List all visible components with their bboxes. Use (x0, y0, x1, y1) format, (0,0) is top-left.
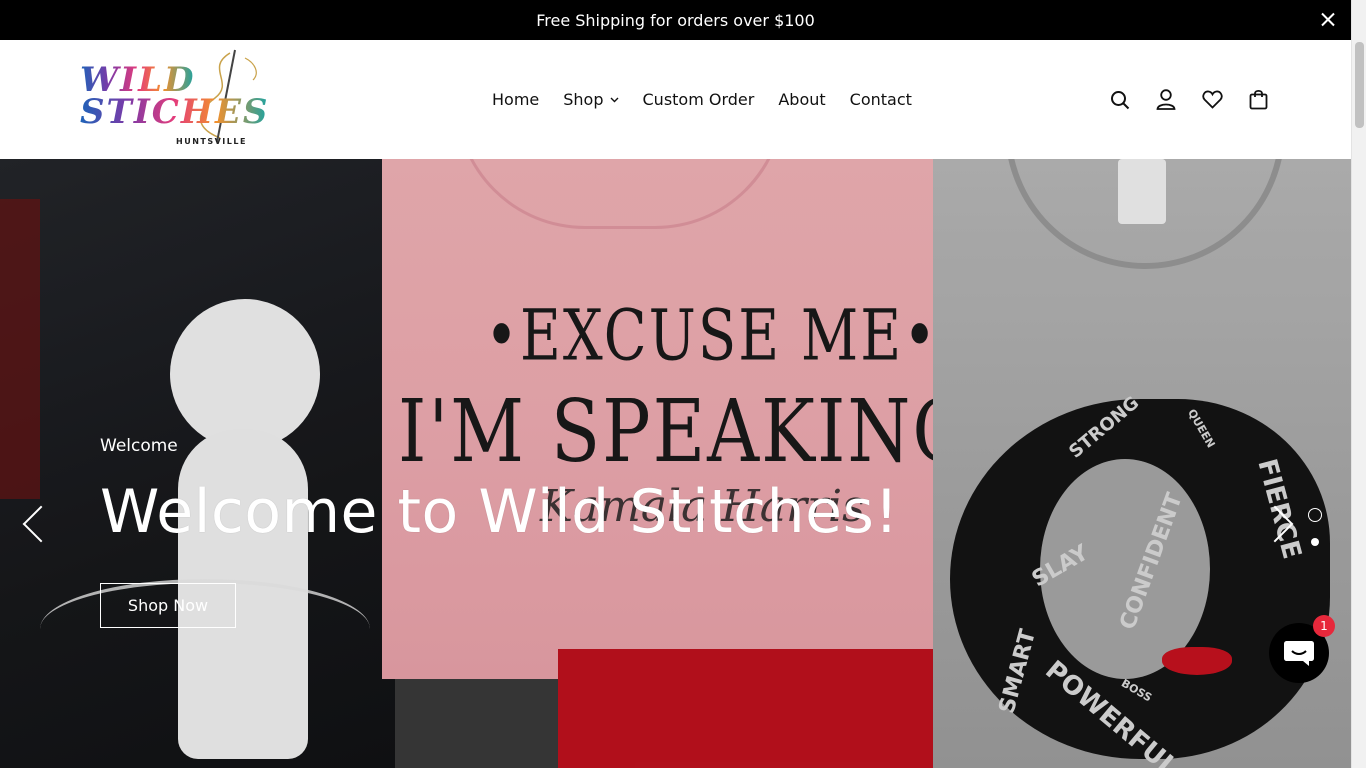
slide-dot-1[interactable] (1308, 508, 1322, 522)
slide-pagination (1308, 508, 1322, 546)
chevron-down-icon (610, 97, 618, 102)
header-icons (1109, 40, 1269, 159)
close-icon[interactable] (1317, 9, 1339, 31)
main-nav: Home Shop Custom Order About Contact (480, 40, 924, 159)
logo-subtitle: HUNTSVILLE (176, 137, 247, 146)
site-header: WILD STICHES HUNTSVILLE Home Shop Custom… (0, 40, 1351, 159)
wishlist-heart-icon[interactable] (1201, 89, 1223, 111)
hero-overlay (0, 159, 1351, 768)
hero-title: Welcome to Wild Stitches! (100, 477, 899, 547)
chat-bubble-icon (1284, 641, 1314, 666)
announcement-text: Free Shipping for orders over $100 (536, 10, 815, 30)
hero-subtitle: Welcome (100, 436, 178, 456)
nav-custom-order[interactable]: Custom Order (631, 90, 767, 109)
search-icon[interactable] (1109, 89, 1131, 111)
brand-logo[interactable]: WILD STICHES HUNTSVILLE (80, 48, 267, 150)
nav-custom-order-label: Custom Order (642, 90, 755, 109)
logo-line-2: STICHES (80, 92, 270, 132)
announcement-bar: Free Shipping for orders over $100 (0, 0, 1351, 40)
cart-bag-icon[interactable] (1247, 89, 1269, 111)
account-icon[interactable] (1155, 89, 1177, 111)
nav-about-label: About (778, 90, 826, 109)
nav-shop-label: Shop (563, 90, 604, 109)
nav-home-label: Home (492, 90, 540, 109)
chat-badge-count: 1 (1313, 615, 1335, 637)
nav-contact-label: Contact (849, 90, 912, 109)
nav-home[interactable]: Home (480, 90, 551, 109)
shop-now-button[interactable]: Shop Now (100, 583, 236, 628)
page-scrollbar[interactable] (1351, 0, 1366, 768)
slide-dot-2[interactable] (1311, 538, 1319, 546)
hero-slideshow: •EXCUSE ME• I'M SPEAKING Kamala Harris S… (0, 159, 1351, 768)
nav-about[interactable]: About (766, 90, 837, 109)
nav-contact[interactable]: Contact (838, 90, 924, 109)
scrollbar-thumb[interactable] (1355, 42, 1364, 128)
nav-shop[interactable]: Shop (551, 90, 630, 109)
